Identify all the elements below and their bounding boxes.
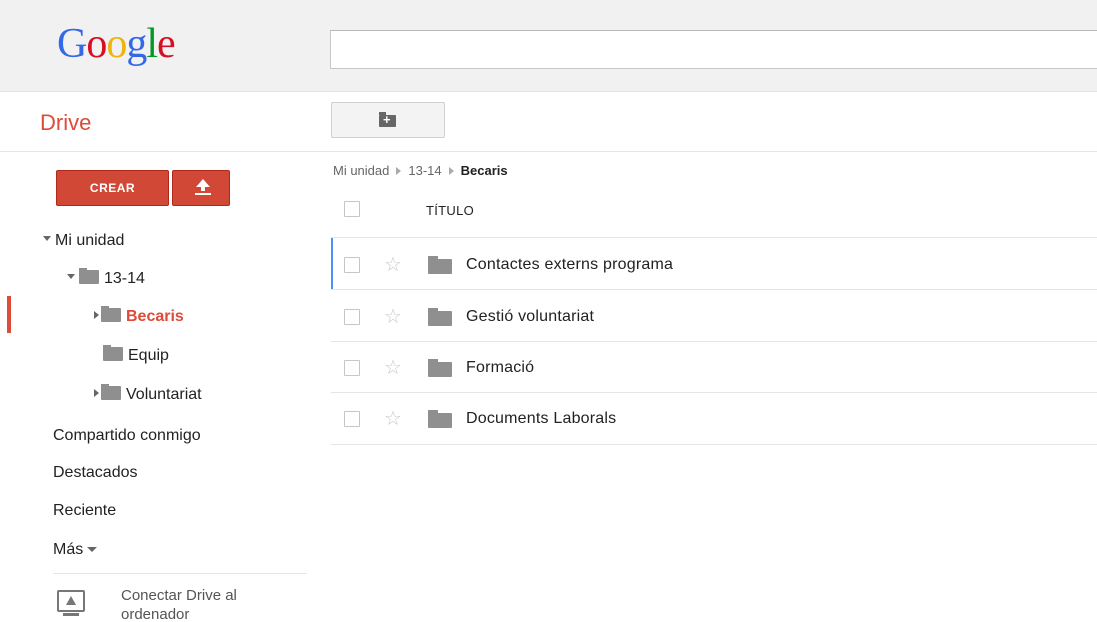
sidebar-item-becaris[interactable]: Becaris: [94, 305, 184, 329]
new-folder-button[interactable]: [331, 102, 445, 138]
computer-drive-icon[interactable]: [57, 590, 85, 612]
star-icon[interactable]: ☆: [384, 409, 402, 429]
row-checkbox[interactable]: [344, 257, 360, 273]
folder-icon: [428, 256, 452, 274]
connect-drive-link[interactable]: Conectar Drive al ordenador: [121, 586, 291, 622]
sidebar-item-label: Becaris: [126, 308, 184, 325]
folder-icon: [101, 305, 121, 322]
select-all-checkbox[interactable]: [344, 201, 360, 217]
app-title[interactable]: Drive: [40, 110, 91, 136]
breadcrumb: Mi unidad 13-14 Becaris: [333, 163, 508, 178]
new-folder-icon: [379, 112, 396, 128]
divider: [53, 573, 307, 574]
file-name[interactable]: Formació: [466, 359, 534, 377]
breadcrumb-item[interactable]: Mi unidad: [333, 163, 389, 178]
row-divider: [331, 444, 1097, 445]
breadcrumb-current: Becaris: [460, 163, 508, 178]
sidebar-item-label: 13-14: [104, 270, 145, 287]
top-bar: Google: [0, 0, 1097, 92]
folder-icon: [101, 383, 121, 400]
divider: [0, 151, 1097, 152]
folder-icon: [428, 308, 452, 326]
folder-icon: [103, 344, 123, 361]
row-checkbox[interactable]: [344, 360, 360, 376]
sidebar-item-13-14[interactable]: 13-14: [67, 267, 145, 291]
row-divider: [331, 237, 1097, 238]
sidebar-item-voluntariat[interactable]: Voluntariat: [94, 383, 202, 407]
breadcrumb-separator-icon: [448, 166, 454, 175]
chevron-down-icon: [87, 547, 98, 553]
sidebar-item-more[interactable]: Más: [53, 538, 98, 562]
sidebar-item-starred[interactable]: Destacados: [53, 461, 138, 485]
expand-triangle-icon[interactable]: [94, 310, 99, 319]
row-checkbox[interactable]: [344, 411, 360, 427]
row-divider: [331, 392, 1097, 393]
breadcrumb-separator-icon: [396, 166, 402, 175]
sidebar-item-label: Más: [53, 541, 84, 558]
sidebar-item-shared[interactable]: Compartido conmigo: [53, 424, 201, 448]
search-input[interactable]: [330, 30, 1097, 69]
sidebar-item-label: Equip: [128, 347, 169, 364]
sidebar-item-equip[interactable]: Equip: [103, 344, 169, 368]
expand-triangle-icon[interactable]: [94, 388, 99, 397]
collapse-triangle-icon[interactable]: [67, 274, 75, 280]
sidebar-item-label: Mi unidad: [55, 232, 125, 249]
active-indicator: [7, 296, 11, 333]
row-checkbox[interactable]: [344, 309, 360, 325]
sidebar-item-mi-unidad[interactable]: Mi unidad: [43, 229, 124, 253]
breadcrumb-item[interactable]: 13-14: [408, 163, 441, 178]
star-icon[interactable]: ☆: [384, 358, 402, 378]
google-logo[interactable]: Google: [57, 20, 176, 68]
upload-button[interactable]: [172, 170, 230, 206]
row-divider: [331, 289, 1097, 290]
row-divider: [331, 341, 1097, 342]
collapse-triangle-icon[interactable]: [43, 236, 51, 242]
star-icon[interactable]: ☆: [384, 255, 402, 275]
folder-icon: [428, 359, 452, 377]
sidebar-item-recent[interactable]: Reciente: [53, 499, 116, 523]
folder-icon: [79, 267, 99, 284]
column-header-title[interactable]: TÍTULO: [426, 203, 474, 218]
star-icon[interactable]: ☆: [384, 307, 402, 327]
selection-indicator: [331, 238, 333, 290]
folder-icon: [428, 410, 452, 428]
file-name[interactable]: Contactes externs programa: [466, 256, 673, 274]
file-name[interactable]: Documents Laborals: [466, 410, 616, 428]
sidebar-item-label: Voluntariat: [126, 386, 202, 403]
create-button[interactable]: CREAR: [56, 170, 169, 206]
file-name[interactable]: Gestió voluntariat: [466, 308, 594, 326]
